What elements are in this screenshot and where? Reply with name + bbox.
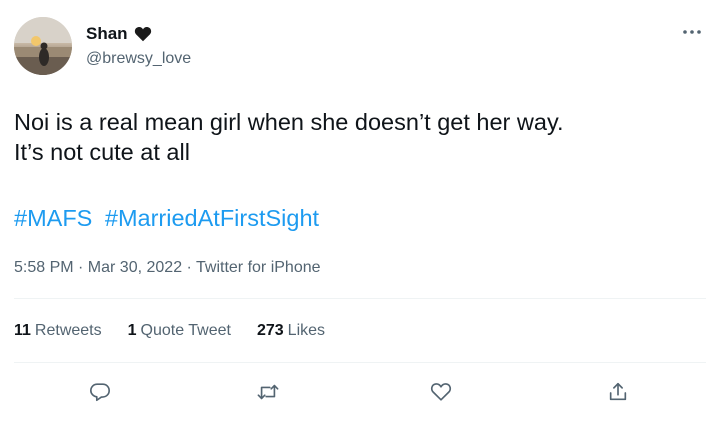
divider [14, 362, 706, 363]
likes-stat[interactable]: 273 Likes [257, 322, 325, 340]
likes-label: Likes [287, 322, 326, 339]
heart-icon [134, 26, 151, 42]
retweet-icon [257, 384, 279, 400]
retweets-label: Retweets [34, 322, 102, 339]
tweet-timestamp[interactable]: 5:58 PM · Mar 30, 2022 · Twitter for iPh… [14, 259, 321, 277]
more-icon[interactable] [682, 26, 702, 36]
like-button[interactable] [426, 377, 456, 407]
tweet-text: Noi is a real mean girl when she doesn’t… [14, 107, 704, 167]
action-bar [0, 377, 720, 407]
avatar[interactable] [14, 17, 72, 75]
share-button[interactable] [603, 377, 633, 407]
avatar-image [14, 17, 72, 75]
tweet-header: Shan @brewsy_love [14, 17, 191, 75]
reply-icon [90, 383, 110, 402]
display-name[interactable]: Shan [86, 24, 128, 44]
tweet-text-line-1: Noi is a real mean girl when she doesn’t… [14, 109, 564, 135]
display-name-row: Shan [86, 24, 191, 44]
hashtags: #MAFS #MarriedAtFirstSight [14, 205, 325, 232]
quotes-stat[interactable]: 1 Quote Tweet [128, 322, 231, 340]
reply-button[interactable] [85, 377, 115, 407]
quotes-count: 1 [127, 322, 137, 339]
hashtag-link[interactable]: #MarriedAtFirstSight [105, 205, 319, 231]
tweet-stats: 11 Retweets 1 Quote Tweet 273 Likes [14, 322, 351, 340]
more-dots-icon [683, 30, 701, 34]
retweets-stat[interactable]: 11 Retweets [14, 322, 102, 340]
retweets-count: 11 [14, 322, 31, 339]
hashtag-link[interactable]: #MAFS [14, 205, 92, 231]
like-icon [430, 383, 452, 401]
share-icon [609, 382, 627, 401]
user-names: Shan @brewsy_love [86, 24, 191, 68]
tweet-text-line-2: It’s not cute at all [14, 139, 190, 165]
divider [14, 298, 706, 299]
quotes-label: Quote Tweet [140, 322, 231, 339]
likes-count: 273 [256, 322, 284, 339]
retweet-button[interactable] [253, 377, 283, 407]
user-handle[interactable]: @brewsy_love [86, 50, 191, 68]
tweet-card: Shan @brewsy_love Noi is a real mean gir… [0, 0, 720, 422]
